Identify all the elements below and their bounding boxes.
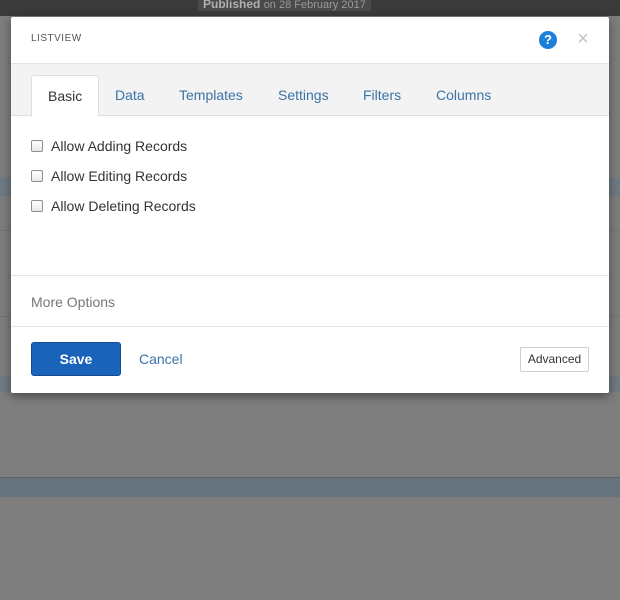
background-band	[0, 477, 620, 497]
allow-editing-label[interactable]: Allow Editing Records	[51, 168, 187, 184]
allow-deleting-label[interactable]: Allow Deleting Records	[51, 198, 196, 214]
modal-title: LISTVIEW	[31, 33, 82, 44]
more-options-toggle[interactable]: More Options	[31, 294, 115, 310]
allow-deleting-option[interactable]: Allow Deleting Records	[31, 196, 196, 216]
close-icon[interactable]: ×	[575, 29, 591, 49]
allow-editing-checkbox[interactable]	[31, 170, 43, 182]
tab-settings[interactable]: Settings	[262, 75, 345, 117]
modal-header: LISTVIEW ? ×	[11, 17, 609, 64]
tab-templates[interactable]: Templates	[163, 75, 259, 117]
background-topbar: Published on 28 February 2017	[0, 0, 620, 16]
allow-adding-checkbox[interactable]	[31, 140, 43, 152]
save-button[interactable]: Save	[31, 342, 121, 376]
published-label: Published	[203, 0, 261, 11]
basic-tab-panel: Allow Adding Records Allow Editing Recor…	[11, 116, 609, 276]
help-icon[interactable]: ?	[539, 31, 557, 49]
published-date: on 28 February 2017	[263, 0, 366, 11]
cancel-link[interactable]: Cancel	[139, 351, 183, 367]
tab-columns[interactable]: Columns	[420, 75, 507, 117]
tab-data[interactable]: Data	[99, 75, 161, 117]
tab-basic[interactable]: Basic	[31, 75, 100, 117]
allow-adding-option[interactable]: Allow Adding Records	[31, 136, 187, 156]
published-status: Published on 28 February 2017	[198, 0, 371, 11]
allow-adding-label[interactable]: Allow Adding Records	[51, 138, 187, 154]
more-options-section[interactable]: More Options	[11, 276, 609, 327]
tab-bar: Basic Data Templates Settings Filters Co…	[11, 64, 609, 117]
modal-footer: Save Cancel Advanced	[11, 327, 609, 391]
allow-editing-option[interactable]: Allow Editing Records	[31, 166, 187, 186]
tab-filters[interactable]: Filters	[347, 75, 417, 117]
allow-deleting-checkbox[interactable]	[31, 200, 43, 212]
listview-modal: LISTVIEW ? × Basic Data Templates Settin…	[11, 17, 609, 393]
advanced-button[interactable]: Advanced	[520, 347, 589, 372]
